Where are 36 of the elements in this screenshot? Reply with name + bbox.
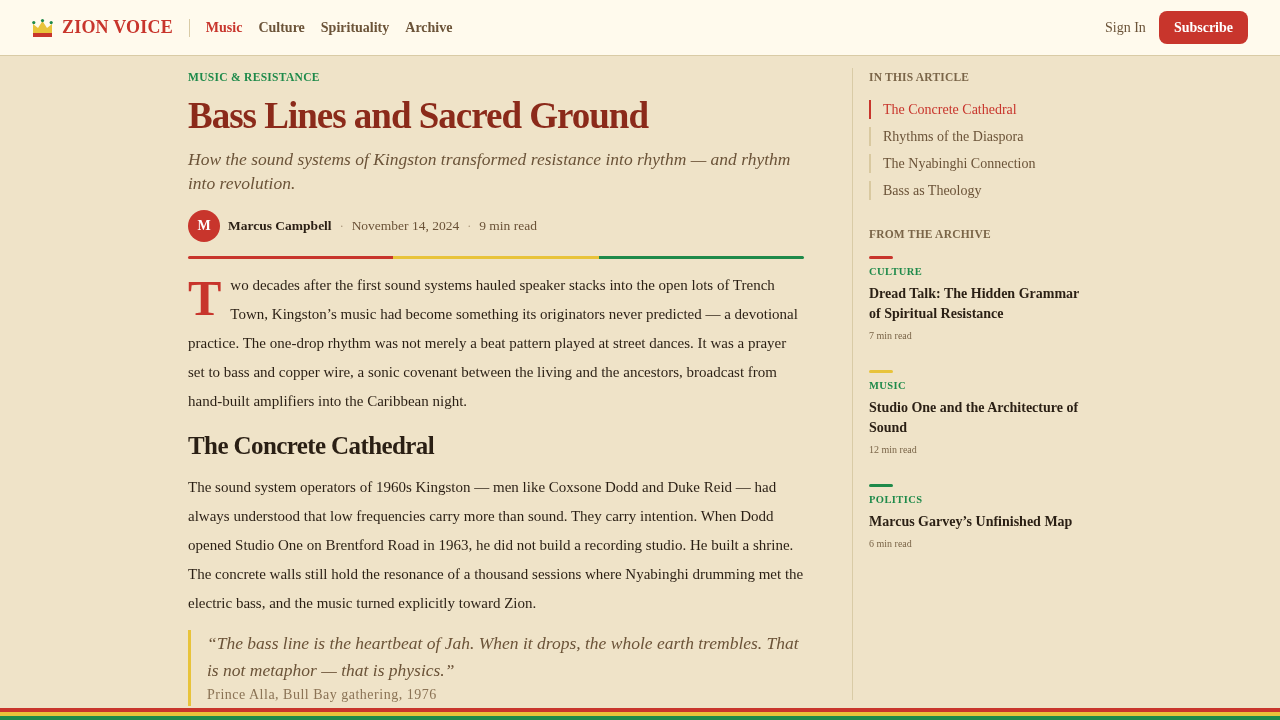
nav-link[interactable]: Music: [205, 19, 243, 36]
archive-category: MUSIC: [869, 380, 907, 392]
sign-in-link[interactable]: Sign In: [1105, 19, 1146, 36]
site-logo[interactable]: ZION VOICE: [62, 17, 173, 38]
archive-category: CULTURE: [869, 266, 924, 278]
author-avatar: M: [188, 210, 220, 242]
archive-title-link[interactable]: Dread Talk: The Hidden Grammar of Spiritual Resistance: [869, 284, 1092, 324]
archive-heading: FROM THE ARCHIVE: [869, 227, 992, 241]
section-heading: The Concrete Cathedral: [188, 431, 436, 461]
crown-icon: [32, 18, 53, 37]
body-paragraph: The sound system operators of 1960s Kingston — men like Coxsone Dodd and Duke Reid — had always understood that low frequencies carry more than sound. They carry intention. When Dodd opened Studio One on Brentford Road in 1963, he did not build a recording studio. He built a shrine. The concrete walls still hold the resonance of a thousand sessions where Nyabinghi drumming met the electric bass, and the music turned explicitly toward Zion.: [188, 478, 804, 613]
archive-read-time: 6 min read: [869, 538, 913, 550]
archive-title-link[interactable]: Marcus Garvey’s Unfinished Map: [869, 512, 1092, 532]
separator-dot: ·: [339, 218, 344, 234]
quote-text: “The bass line is the heartbeat of Jah. When it drops, the whole earth trembles. That is not metaphor — that is physics.”: [207, 632, 800, 682]
quote-citation: Prince Alla, Bull Bay gathering, 1976: [207, 686, 438, 704]
toc-link[interactable]: Bass as Theology: [869, 181, 1092, 200]
nav-link[interactable]: Spirituality: [320, 19, 390, 36]
publish-date: November 14, 2024: [351, 218, 460, 234]
nav-link[interactable]: Archive: [405, 19, 453, 36]
toc-link[interactable]: The Nyabinghi Connection: [869, 154, 1092, 173]
article-title: Bass Lines and Sacred Ground: [188, 94, 650, 137]
toc-link[interactable]: The Concrete Cathedral: [869, 100, 1092, 119]
toc-heading: IN THIS ARTICLE: [869, 70, 971, 84]
archive-read-time: 12 min read: [869, 444, 918, 456]
author-name: Marcus Campbell: [228, 218, 332, 234]
archive-title-link[interactable]: Studio One and the Architecture of Sound: [869, 398, 1092, 438]
archive-category: POLITICS: [869, 494, 924, 506]
read-time: 9 min read: [479, 218, 537, 234]
nav-link[interactable]: Culture: [258, 19, 305, 36]
archive-read-time: 7 min read: [869, 330, 913, 342]
toc-link[interactable]: Rhythms of the Diaspora: [869, 127, 1092, 146]
subscribe-button[interactable]: Subscribe: [1158, 11, 1248, 44]
category-label: MUSIC & RESISTANCE: [188, 70, 321, 84]
separator-dot: ·: [467, 218, 472, 234]
article-subtitle: How the sound systems of Kingston transformed resistance into rhythm — and rhythm into revolution.: [188, 148, 792, 195]
